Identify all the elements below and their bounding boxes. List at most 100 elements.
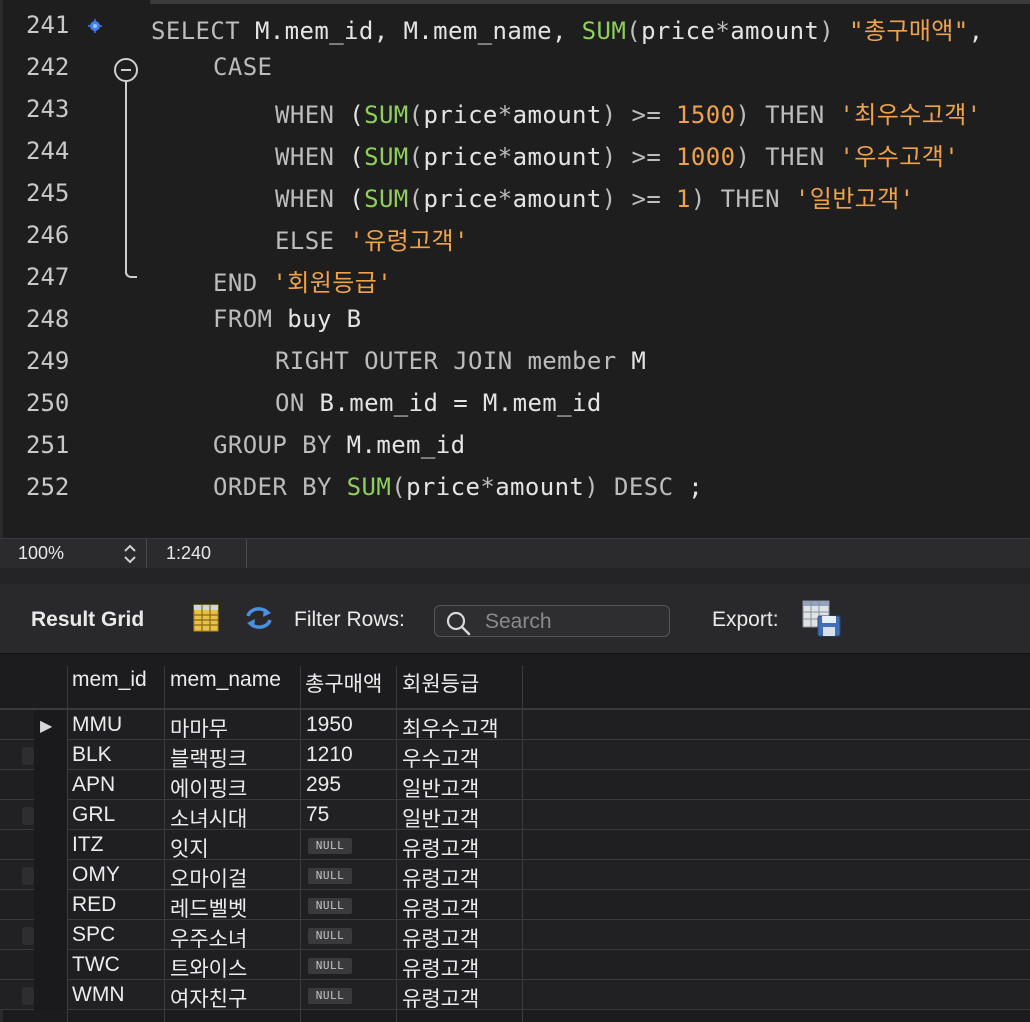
column-divider[interactable] (300, 666, 301, 1022)
cell-mem-id[interactable]: RED (72, 893, 116, 917)
code-text[interactable]: CASE (213, 53, 272, 81)
column-divider[interactable] (67, 666, 68, 1022)
code-text[interactable]: RIGHT OUTER JOIN member M (275, 347, 646, 375)
code-line[interactable]: 246 ELSE '유령고객' (0, 216, 1030, 258)
table-row[interactable]: BLK 블랙핑크 1210 우수고객 (0, 740, 1030, 773)
grid-view-icon[interactable] (193, 604, 219, 632)
table-row[interactable]: RED 레드벨벳 NULL 유령고객 (0, 890, 1030, 923)
result-grid-tab[interactable]: Result Grid (31, 608, 144, 632)
column-header-member-grade[interactable]: 회원등급 (402, 668, 479, 698)
cell-mem-name[interactable]: 마마무 (170, 713, 228, 743)
null-badge[interactable]: NULL (308, 898, 352, 914)
cell-mem-name[interactable]: 여자친구 (170, 983, 247, 1013)
export-icon[interactable] (802, 600, 842, 638)
table-row[interactable]: SPC 우주소녀 NULL 유령고객 (0, 920, 1030, 953)
code-line[interactable]: 243 WHEN (SUM(price*amount) >= 1500) THEN… (0, 90, 1030, 132)
null-badge[interactable]: NULL (308, 988, 352, 1004)
cell-mem-id[interactable]: APN (72, 773, 115, 797)
cell-mem-id[interactable]: MMU (72, 713, 122, 737)
panel-separator[interactable] (0, 568, 1030, 584)
cell-mem-name[interactable]: 우주소녀 (170, 923, 247, 953)
cell-mem-id[interactable]: ITZ (72, 833, 104, 857)
row-handle[interactable] (22, 747, 34, 765)
cell-mem-name[interactable]: 오마이걸 (170, 863, 247, 893)
cell-mem-id[interactable]: TWC (72, 953, 120, 977)
table-row[interactable]: ITZ 잇지 NULL 유령고객 (0, 830, 1030, 863)
cell-total-purchase[interactable]: 1950 (306, 713, 353, 737)
result-grid[interactable]: mem_id mem_name 총구매액 회원등급 ▶ MMU 마마무 1950 최우수… (0, 654, 1030, 1022)
row-header[interactable] (34, 800, 67, 830)
cell-mem-name[interactable]: 블랙핑크 (170, 743, 247, 773)
filter-search-box[interactable] (434, 605, 670, 637)
row-header[interactable] (34, 860, 67, 890)
code-text[interactable]: WHEN (SUM(price*amount) >= 1500) THEN '최… (275, 95, 982, 130)
cell-member-grade[interactable]: 유령고객 (402, 953, 479, 983)
code-text[interactable]: ORDER BY SUM(price*amount) DESC ; (213, 473, 703, 501)
null-badge[interactable]: NULL (308, 958, 352, 974)
cell-member-grade[interactable]: 일반고객 (402, 803, 479, 833)
null-badge[interactable]: NULL (308, 928, 352, 944)
code-text[interactable]: FROM buy B (213, 305, 362, 333)
refresh-icon[interactable] (243, 604, 275, 632)
column-divider[interactable] (522, 666, 523, 1022)
cell-member-grade[interactable]: 유령고객 (402, 833, 479, 863)
code-text[interactable]: WHEN (SUM(price*amount) >= 1) THEN '일반고객… (275, 179, 915, 214)
table-row[interactable]: ▶ MMU 마마무 1950 최우수고객 (0, 710, 1030, 743)
cell-mem-id[interactable]: WMN (72, 983, 124, 1007)
row-header[interactable] (34, 920, 67, 950)
table-row[interactable]: GRL 소녀시대 75 일반고객 (0, 800, 1030, 833)
cell-mem-name[interactable]: 에이핑크 (170, 773, 247, 803)
column-divider[interactable] (396, 666, 397, 1022)
row-header[interactable] (34, 890, 67, 920)
null-badge[interactable]: NULL (308, 868, 352, 884)
row-header[interactable] (34, 980, 67, 1010)
null-badge[interactable]: NULL (308, 838, 352, 854)
cell-member-grade[interactable]: 유령고객 (402, 893, 479, 923)
cell-total-purchase[interactable]: 1210 (306, 743, 353, 767)
table-row[interactable]: TWC 트와이스 NULL 유령고객 (0, 950, 1030, 983)
row-handle[interactable] (22, 987, 34, 1005)
cell-mem-id[interactable]: SPC (72, 923, 115, 947)
cell-member-grade[interactable]: 최우수고객 (402, 713, 499, 743)
code-text[interactable]: ON B.mem_id = M.mem_id (275, 389, 602, 417)
cell-mem-name[interactable]: 잇지 (170, 833, 209, 863)
code-line[interactable]: 244 WHEN (SUM(price*amount) >= 1000) THEN… (0, 132, 1030, 174)
cell-mem-name[interactable]: 트와이스 (170, 953, 247, 983)
cell-member-grade[interactable]: 유령고객 (402, 983, 479, 1013)
code-line[interactable]: 241 SELECT M.mem_id, M.mem_name, SUM(pric… (0, 6, 1030, 48)
code-line[interactable]: 249 RIGHT OUTER JOIN member M (0, 342, 1030, 384)
cell-member-grade[interactable]: 우수고객 (402, 743, 479, 773)
code-text[interactable]: GROUP BY M.mem_id (213, 431, 465, 459)
row-handle[interactable] (22, 867, 34, 885)
cell-member-grade[interactable]: 일반고객 (402, 773, 479, 803)
table-row[interactable]: APN 에이핑크 295 일반고객 (0, 770, 1030, 803)
row-header[interactable] (34, 770, 67, 800)
cell-member-grade[interactable]: 유령고객 (402, 863, 479, 893)
code-line[interactable]: 251 GROUP BY M.mem_id (0, 426, 1030, 468)
cell-mem-name[interactable]: 레드벨벳 (170, 893, 247, 923)
code-line[interactable]: 250 ON B.mem_id = M.mem_id (0, 384, 1030, 426)
table-row[interactable]: WMN 여자친구 NULL 유령고객 (0, 980, 1030, 1013)
cell-total-purchase[interactable]: 75 (306, 803, 329, 827)
code-line[interactable]: 245 WHEN (SUM(price*amount) >= 1) THEN '일… (0, 174, 1030, 216)
cell-mem-name[interactable]: 소녀시대 (170, 803, 247, 833)
row-handle[interactable] (22, 807, 34, 825)
row-handle[interactable] (22, 927, 34, 945)
cell-member-grade[interactable]: 유령고객 (402, 923, 479, 953)
cell-total-purchase[interactable]: 295 (306, 773, 341, 797)
row-header[interactable] (34, 740, 67, 770)
row-header[interactable] (34, 950, 67, 980)
column-header-total-purchase[interactable]: 총구매액 (305, 668, 382, 698)
cell-mem-id[interactable]: BLK (72, 743, 112, 767)
cell-mem-id[interactable]: OMY (72, 863, 120, 887)
zoom-stepper-icon[interactable] (120, 542, 140, 566)
zoom-level[interactable]: 100% (18, 543, 64, 564)
column-divider[interactable] (164, 666, 165, 1022)
sql-editor[interactable]: 241 SELECT M.mem_id, M.mem_name, SUM(pric… (0, 0, 1030, 538)
column-header-mem-name[interactable]: mem_name (170, 668, 281, 692)
code-text[interactable]: SELECT M.mem_id, M.mem_name, SUM(price*a… (151, 11, 984, 46)
code-line[interactable]: 252 ORDER BY SUM(price*amount) DESC ; (0, 468, 1030, 510)
row-header[interactable] (34, 830, 67, 860)
code-text[interactable]: END '회원등급' (213, 263, 392, 298)
code-line[interactable]: 248 FROM buy B (0, 300, 1030, 342)
